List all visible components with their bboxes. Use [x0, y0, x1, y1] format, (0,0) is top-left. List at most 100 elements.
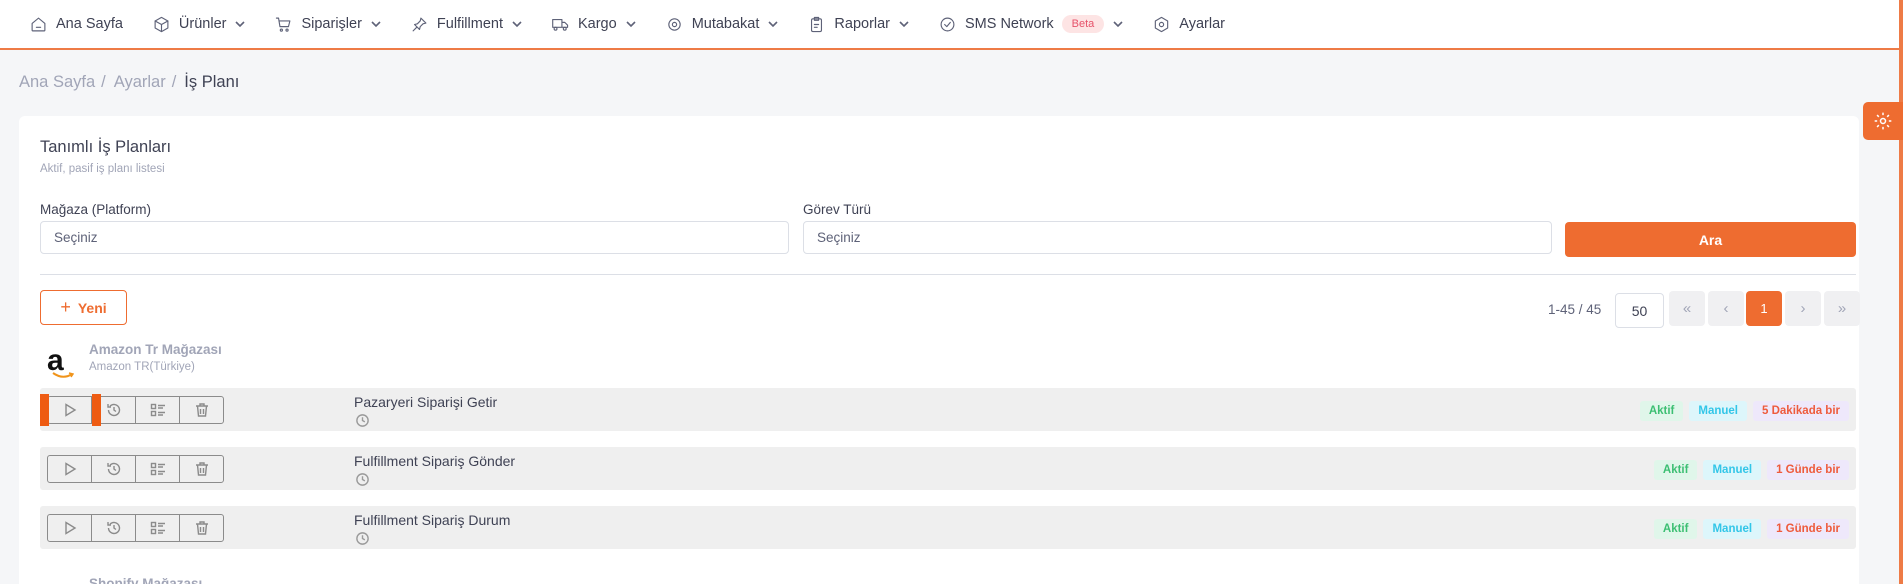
frequency-badge: 1 Günde bir [1767, 519, 1849, 539]
chevron-down-icon [371, 21, 381, 28]
pin-icon [412, 17, 427, 31]
page-1-button[interactable]: 1 [1746, 291, 1782, 326]
search-button[interactable]: Ara [1565, 222, 1856, 257]
nav-label: Ana Sayfa [56, 16, 123, 32]
frequency-badge: 1 Günde bir [1767, 460, 1849, 480]
nav-label: Mutabakat [691, 16, 760, 32]
new-plan-label: Yeni [77, 299, 107, 316]
history-icon [106, 521, 120, 535]
nav-item-reports[interactable]: Raporlar [808, 0, 909, 49]
trash-icon [195, 403, 208, 417]
amazon-logo: a [47, 346, 75, 380]
divider [40, 274, 1856, 275]
chevron-down-icon [1113, 21, 1123, 28]
nav-item-sms-network[interactable]: SMS Network Beta [939, 0, 1123, 49]
chevron-down-icon [899, 21, 909, 28]
home-icon [31, 17, 46, 31]
sync-icon [667, 17, 681, 31]
delete-button[interactable] [179, 396, 224, 424]
breadcrumb-settings[interactable]: Ayarlar [114, 73, 166, 92]
delete-button[interactable] [179, 455, 224, 483]
task-row: Fulfillment Sipariş Durum Aktif Manuel 1… [40, 506, 1856, 549]
list-icon [150, 462, 165, 476]
frequency-badge: 5 Dakikada bir [1753, 401, 1849, 421]
history-icon [106, 462, 120, 476]
chevron-down-icon [768, 21, 778, 28]
task-type-label: Görev Türü [803, 202, 872, 217]
trash-icon [195, 462, 208, 476]
new-plan-button[interactable]: + Yeni [40, 290, 127, 325]
breadcrumb-current: İş Planı [184, 73, 240, 91]
task-row: Pazaryeri Siparişi Getir Aktif Manuel 5 … [40, 388, 1856, 431]
last-page-button[interactable]: » [1824, 291, 1860, 326]
nav-label: Fulfillment [436, 16, 503, 32]
gear-icon [1874, 112, 1892, 130]
run-button[interactable] [47, 514, 92, 542]
truck-icon [552, 18, 569, 31]
task-badges: Aktif Manuel 1 Günde bir [1648, 519, 1849, 539]
edge-accent-line [1899, 0, 1903, 584]
box-icon [154, 16, 169, 32]
pagination-info: 1-45 / 45 [1548, 302, 1602, 317]
run-button[interactable] [47, 396, 92, 424]
nav-item-products[interactable]: Ürünler [153, 0, 246, 49]
beta-badge: Beta [1061, 15, 1105, 33]
theme-settings-button[interactable] [1863, 102, 1903, 140]
clipboard-icon [811, 16, 823, 32]
first-page-button[interactable]: « [1669, 291, 1705, 326]
play-icon [64, 403, 76, 417]
check-circle-icon [940, 17, 955, 31]
mode-badge: Manuel [1703, 519, 1762, 539]
highlight-marker [40, 394, 49, 426]
previous-page-button[interactable]: ‹ [1708, 291, 1744, 326]
task-name: Fulfillment Sipariş Gönder [354, 453, 516, 469]
delete-button[interactable] [179, 514, 224, 542]
nav-label: Ürünler [178, 16, 227, 32]
task-name: Fulfillment Sipariş Durum [354, 512, 511, 528]
nav-label: Siparişler [301, 16, 362, 32]
task-actions [47, 396, 224, 424]
mode-badge: Manuel [1689, 401, 1748, 421]
nav-label: Kargo [577, 16, 617, 32]
details-button[interactable] [135, 455, 180, 483]
status-badge: Aktif [1653, 519, 1698, 539]
breadcrumb-home[interactable]: Ana Sayfa [19, 73, 95, 92]
nav-item-settings[interactable]: Ayarlar [1153, 0, 1225, 49]
nav-item-home[interactable]: Ana Sayfa [30, 0, 123, 49]
task-row: Fulfillment Sipariş Gönder Aktif Manuel … [40, 447, 1856, 490]
amazon-smile-icon [52, 372, 74, 378]
store-filter-label: Mağaza (Platform) [40, 202, 152, 217]
details-button[interactable] [135, 514, 180, 542]
task-actions [47, 514, 224, 542]
details-button[interactable] [135, 396, 180, 424]
breadcrumb: Ana Sayfa / Ayarlar / İş Planı [19, 73, 239, 92]
task-badges: Aktif Manuel 1 Günde bir [1648, 460, 1849, 480]
per-page-select[interactable]: 50 [1615, 293, 1664, 328]
list-icon [150, 521, 165, 535]
play-icon [64, 462, 76, 476]
status-badge: Aktif [1639, 401, 1684, 421]
store-name: Shopify Mağazası [89, 576, 203, 584]
job-plans-card: Tanımlı İş Planları Aktif, pasif iş plan… [19, 116, 1860, 584]
task-type-select[interactable]: Seçiniz [803, 221, 1552, 254]
nav-item-fulfillment[interactable]: Fulfillment [411, 0, 522, 49]
store-select[interactable]: Seçiniz [40, 221, 789, 254]
nav-label: Raporlar [834, 16, 891, 32]
status-badge: Aktif [1653, 460, 1698, 480]
nav-item-reconciliation[interactable]: Mutabakat [666, 0, 779, 49]
mode-badge: Manuel [1703, 460, 1762, 480]
chevron-down-icon [512, 21, 522, 28]
run-button[interactable] [47, 455, 92, 483]
nav-item-cargo[interactable]: Kargo [552, 0, 636, 49]
nav-label: Ayarlar [1179, 16, 1225, 32]
nav-item-orders[interactable]: Siparişler [275, 0, 381, 49]
next-page-button[interactable]: › [1785, 291, 1821, 326]
history-button[interactable] [91, 514, 136, 542]
clock-icon [355, 413, 370, 428]
gear-icon [1155, 16, 1169, 32]
clock-icon [355, 472, 370, 487]
card-subtitle: Aktif, pasif iş planı listesi [40, 163, 165, 175]
play-icon [64, 521, 76, 535]
history-button[interactable] [91, 455, 136, 483]
highlight-marker [92, 394, 101, 426]
